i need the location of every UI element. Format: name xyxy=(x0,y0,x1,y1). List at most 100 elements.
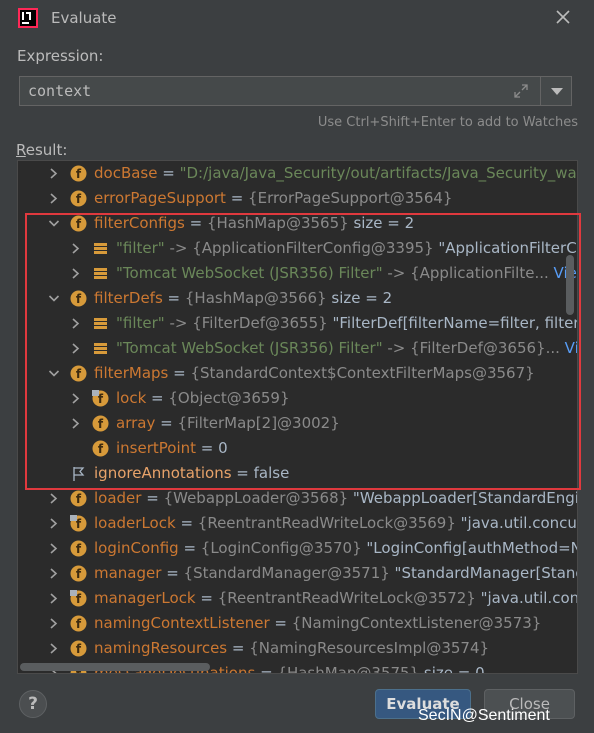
horizontal-scrollbar[interactable] xyxy=(20,663,210,671)
view-link[interactable]: View xyxy=(560,339,577,357)
tree-row[interactable]: f insertPoint = 0 xyxy=(18,436,577,461)
expression-label: Expression: xyxy=(17,47,104,65)
tree-row[interactable]: f docBase = "D:/java/Java_Security/out/ar… xyxy=(18,161,578,186)
tree-row[interactable]: f filterConfigs = {HashMap@3565} size = 2 xyxy=(18,211,577,236)
tree-row[interactable]: f array = {FilterMap[2]@3002} xyxy=(18,411,577,436)
field-name: loginConfig xyxy=(94,539,179,557)
row-text: managerLock = {ReentrantReadWriteLock@35… xyxy=(94,586,577,611)
object-ref: {Object@3659} xyxy=(168,389,290,407)
tree-row[interactable]: f loaderLock = {ReentrantReadWriteLock@35… xyxy=(18,511,577,536)
field-name: manager xyxy=(94,564,162,582)
field-name: filterConfigs xyxy=(94,214,185,232)
equals-sign: = xyxy=(157,164,180,182)
row-text: manager = {StandardManager@3571} "Standa… xyxy=(94,561,577,586)
tree-row[interactable]: f managerLock = {ReentrantReadWriteLock@3… xyxy=(18,586,577,611)
object-ref: {LoginConfig@3570} xyxy=(200,539,362,557)
expand-icon[interactable] xyxy=(513,83,529,99)
chevron-right-icon[interactable] xyxy=(48,186,60,211)
row-text: loader = {WebappLoader@3568} "WebappLoad… xyxy=(94,486,577,511)
result-label: Result: xyxy=(16,141,68,159)
row-text: filterConfigs = {HashMap@3565} size = 2 xyxy=(94,211,414,236)
equals-sign: = xyxy=(146,389,169,407)
expression-value[interactable]: context xyxy=(28,82,91,100)
equals-sign: = xyxy=(141,489,164,507)
tree-row[interactable]: f namingContextListener = {NamingContextL… xyxy=(18,611,577,636)
string-value: "D:/java/Java_Security/out/artifacts/Jav… xyxy=(179,164,578,182)
svg-text:f: f xyxy=(76,167,82,181)
object-ref: {WebappLoader@3568} xyxy=(163,489,349,507)
object-ref: -> {ApplicationFilte... xyxy=(382,264,549,282)
svg-text:f: f xyxy=(76,567,82,581)
chevron-right-icon[interactable] xyxy=(48,586,60,611)
chevron-right-icon[interactable] xyxy=(70,261,82,286)
chevron-right-icon[interactable] xyxy=(48,636,60,661)
tree-row[interactable]: f manager = {StandardManager@3571} "Stand… xyxy=(18,561,577,586)
chevron-down-icon[interactable] xyxy=(48,211,60,236)
object-ref: {HashMap@3565} xyxy=(206,214,349,232)
field-name: managerLock xyxy=(94,589,196,607)
tree-row[interactable]: "Tomcat WebSocket (JSR356) Filter" -> {F… xyxy=(18,336,577,361)
close-icon[interactable] xyxy=(554,8,572,26)
chevron-down-icon[interactable] xyxy=(551,88,563,95)
tree-row[interactable]: f loader = {WebappLoader@3568} "WebappLoa… xyxy=(18,486,577,511)
tree-row[interactable]: "filter" -> {ApplicationFilterConfig@339… xyxy=(18,236,578,261)
chevron-right-icon[interactable] xyxy=(48,161,60,186)
equals-sign: = xyxy=(161,564,184,582)
vertical-scrollbar[interactable] xyxy=(566,255,574,315)
chevron-right-icon[interactable] xyxy=(48,536,60,561)
tree-row[interactable]: ignoreAnnotations = false xyxy=(18,461,577,486)
result-tree[interactable]: f docBase = "D:/java/Java_Security/out/ar… xyxy=(17,160,578,674)
svg-text:f: f xyxy=(76,642,82,656)
field-icon: f xyxy=(70,215,87,232)
row-text: loginConfig = {LoginConfig@3570} "LoginC… xyxy=(94,536,577,561)
row-text: lock = {Object@3659} xyxy=(116,386,290,411)
row-text: "filter" -> {ApplicationFilterConfig@339… xyxy=(116,236,578,261)
field-lock-icon: f xyxy=(92,390,109,407)
field-lock-icon: f xyxy=(70,590,87,607)
chevron-right-icon[interactable] xyxy=(70,386,82,411)
chevron-right-icon[interactable] xyxy=(48,486,60,511)
chevron-right-icon[interactable] xyxy=(70,411,82,436)
value-text: "java.util.concurrer xyxy=(460,514,577,532)
chevron-down-icon[interactable] xyxy=(48,361,60,386)
string-value: "Tomcat WebSocket (JSR356) Filter" xyxy=(116,339,383,357)
tree-row[interactable]: f namingResources = {NamingResourcesImpl@… xyxy=(18,636,577,661)
chevron-right-icon[interactable] xyxy=(70,236,82,261)
intellij-icon xyxy=(18,8,38,28)
chevron-right-icon[interactable] xyxy=(70,311,82,336)
svg-text:f: f xyxy=(98,417,104,431)
entry-icon xyxy=(92,265,109,282)
tree-row[interactable]: f filterMaps = {StandardContext$ContextFi… xyxy=(18,361,577,386)
field-name: namingResources xyxy=(94,639,228,657)
field-name: insertPoint xyxy=(116,439,197,457)
chevron-right-icon[interactable] xyxy=(48,611,60,636)
chevron-right-icon[interactable] xyxy=(70,336,82,361)
value-text: "ApplicationFilterCor xyxy=(433,239,578,257)
value-text: size = 0 xyxy=(419,664,485,674)
tree-row[interactable]: f filterDefs = {HashMap@3566} size = 2 xyxy=(18,286,577,311)
tree-row[interactable]: f errorPageSupport = {ErrorPageSupport@35… xyxy=(18,186,577,211)
chevron-right-icon[interactable] xyxy=(48,561,60,586)
field-lock-icon: f xyxy=(70,515,87,532)
value-text: "FilterDef[filterName=filter, filterCla xyxy=(327,314,578,332)
help-button[interactable]: ? xyxy=(19,690,47,718)
row-text: errorPageSupport = {ErrorPageSupport@356… xyxy=(94,186,452,211)
field-icon: f xyxy=(70,290,87,307)
equals-sign: = xyxy=(155,414,178,432)
field-icon: f xyxy=(70,365,87,382)
tree-row[interactable]: f loginConfig = {LoginConfig@3570} "Login… xyxy=(18,536,577,561)
chevron-down-icon[interactable] xyxy=(48,286,60,311)
expression-input[interactable]: context xyxy=(19,76,572,106)
value-text: "java.util.concurr xyxy=(480,589,577,607)
tree-row[interactable]: "filter" -> {FilterDef@3655} "FilterDef[… xyxy=(18,311,578,336)
object-ref: {HashMap@3575} xyxy=(277,664,420,674)
value-text: size = 2 xyxy=(348,214,415,232)
object-ref: -> {FilterDef@3655} xyxy=(164,314,328,332)
field-name: lock xyxy=(116,389,147,407)
equals-sign: = xyxy=(255,664,278,674)
tree-row[interactable]: f lock = {Object@3659} xyxy=(18,386,577,411)
row-text: namingResources = {NamingResourcesImpl@3… xyxy=(94,636,489,661)
tree-row[interactable]: "Tomcat WebSocket (JSR356) Filter" -> {A… xyxy=(18,261,577,286)
chevron-right-icon[interactable] xyxy=(48,511,60,536)
object-ref: {ErrorPageSupport@3564} xyxy=(248,189,453,207)
